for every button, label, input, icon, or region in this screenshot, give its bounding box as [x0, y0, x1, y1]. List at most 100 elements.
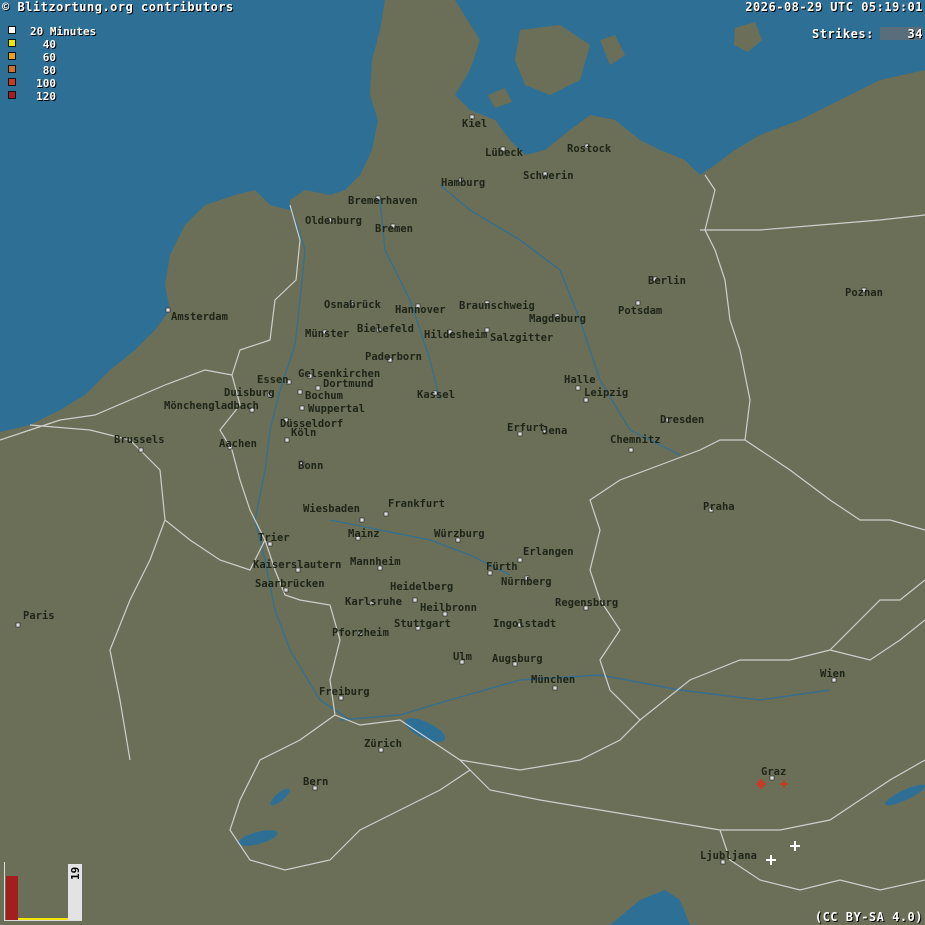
legend-item: 40	[8, 38, 56, 51]
city-label: Graz	[761, 766, 786, 778]
city-label: Karlsruhe	[345, 596, 402, 608]
city-label: Heidelberg	[390, 581, 453, 593]
city-label: Kiel	[462, 118, 487, 130]
city-label: Schwerin	[523, 170, 574, 182]
city-label: Freiburg	[319, 686, 370, 698]
histogram-axis	[4, 862, 5, 920]
legend-label: 100	[36, 77, 56, 90]
city-label: Frankfurt	[388, 498, 445, 510]
city-label: Pforzheim	[332, 627, 389, 639]
timestamp: 2026-08-29 UTC 05:19:01	[745, 0, 923, 14]
legend-label: 80	[42, 64, 56, 77]
city-marker	[165, 307, 171, 313]
city-marker	[297, 389, 303, 395]
city-label: Wien	[820, 668, 845, 680]
city-label: Hannover	[395, 304, 446, 316]
histogram-axis	[4, 920, 82, 921]
city-label: Leipzig	[584, 387, 628, 399]
city-label: Aachen	[219, 438, 257, 450]
city-label: Zürich	[364, 738, 402, 750]
city-label: Dortmund	[323, 378, 374, 390]
city-label: Braunschweig	[459, 300, 535, 312]
city-label: Poznan	[845, 287, 883, 299]
legend-swatch	[8, 52, 16, 60]
city-label: Erlangen	[523, 546, 574, 558]
city-label: Wuppertal	[308, 403, 365, 415]
city-label: Mainz	[348, 528, 380, 540]
legend-label: 20 Minutes	[30, 25, 97, 38]
legend-label: 60	[42, 51, 56, 64]
city-label: Augsburg	[492, 653, 543, 665]
city-label: Ingolstadt	[493, 618, 556, 630]
legend-swatch	[8, 39, 16, 47]
city-label: Mönchengladbach	[164, 400, 259, 412]
histogram: 19	[4, 862, 82, 922]
city-marker	[15, 622, 21, 628]
city-label: Würzburg	[434, 528, 485, 540]
city-label: Heilbronn	[420, 602, 477, 614]
city-label: Münster	[305, 328, 349, 340]
legend-item: 60	[8, 51, 56, 64]
city-label: Duisburg	[224, 387, 275, 399]
city-label: Bremerhaven	[348, 195, 418, 207]
legend-item: 20 Minutes	[8, 25, 96, 38]
city-label: Salzgitter	[490, 332, 553, 344]
city-label: Dresden	[660, 414, 704, 426]
city-label: Kassel	[417, 389, 455, 401]
legend-label: 40	[42, 38, 56, 51]
license-text: (CC BY-SA 4.0)	[814, 910, 923, 924]
city-label: Berlin	[648, 275, 686, 287]
city-label: Bielefeld	[357, 323, 414, 335]
strikes-value: 34	[907, 27, 923, 41]
histogram-line	[18, 918, 68, 920]
city-label: Chemnitz	[610, 434, 661, 446]
city-label: Ulm	[453, 651, 472, 663]
city-label: Lübeck	[485, 147, 524, 159]
city-label: Paris	[23, 610, 55, 622]
city-marker	[412, 597, 418, 603]
city-label: Ljubljana	[700, 850, 757, 862]
city-label: Saarbrücken	[255, 578, 325, 590]
city-label: Trier	[258, 532, 290, 544]
city-label: Bremen	[375, 223, 413, 235]
histogram-value: 19	[69, 866, 82, 880]
city-label: Regensburg	[555, 597, 618, 609]
city-marker	[517, 557, 523, 563]
legend-swatch	[8, 65, 16, 73]
city-marker	[359, 517, 365, 523]
legend-swatch	[8, 91, 16, 99]
city-label: Praha	[703, 501, 735, 513]
city-label: Erfurt	[507, 422, 545, 434]
city-label: Kaiserslautern	[253, 559, 342, 571]
histogram-bar	[6, 876, 18, 920]
city-label: Essen	[257, 374, 289, 386]
city-label: Amsterdam	[171, 311, 228, 323]
city-label: Nürnberg	[501, 576, 552, 588]
legend-item: 120	[8, 90, 56, 103]
lightning-map[interactable]: Kiel Lübeck Rostock Hamburg Schwerin Bremerha…	[0, 0, 925, 925]
city-label: Magdeburg	[529, 313, 586, 325]
city-label: Fürth	[486, 561, 518, 573]
city-label: Bern	[303, 776, 328, 788]
city-label: Jena	[542, 425, 567, 437]
legend-label: 120	[36, 90, 56, 103]
city-label: Halle	[564, 374, 596, 386]
city-marker	[284, 437, 290, 443]
city-label: Rostock	[567, 143, 612, 155]
city-label: Oldenburg	[305, 215, 362, 227]
city-label: Potsdam	[618, 305, 662, 317]
city-marker	[575, 385, 581, 391]
city-label: Hamburg	[441, 177, 485, 189]
strikes-label: Strikes:	[812, 27, 874, 41]
city-label: Brussels	[114, 434, 165, 446]
city-marker	[552, 685, 558, 691]
city-marker	[383, 511, 389, 517]
legend-swatch	[8, 26, 16, 34]
copyright-text: © Blitzortung.org contributors	[2, 0, 234, 14]
city-label: Hildesheim	[424, 329, 487, 341]
legend-item: 80	[8, 64, 56, 77]
city-label: Wiesbaden	[303, 503, 360, 515]
city-label: Mannheim	[350, 556, 401, 568]
city-marker	[628, 447, 634, 453]
city-label: Bochum	[305, 390, 343, 402]
